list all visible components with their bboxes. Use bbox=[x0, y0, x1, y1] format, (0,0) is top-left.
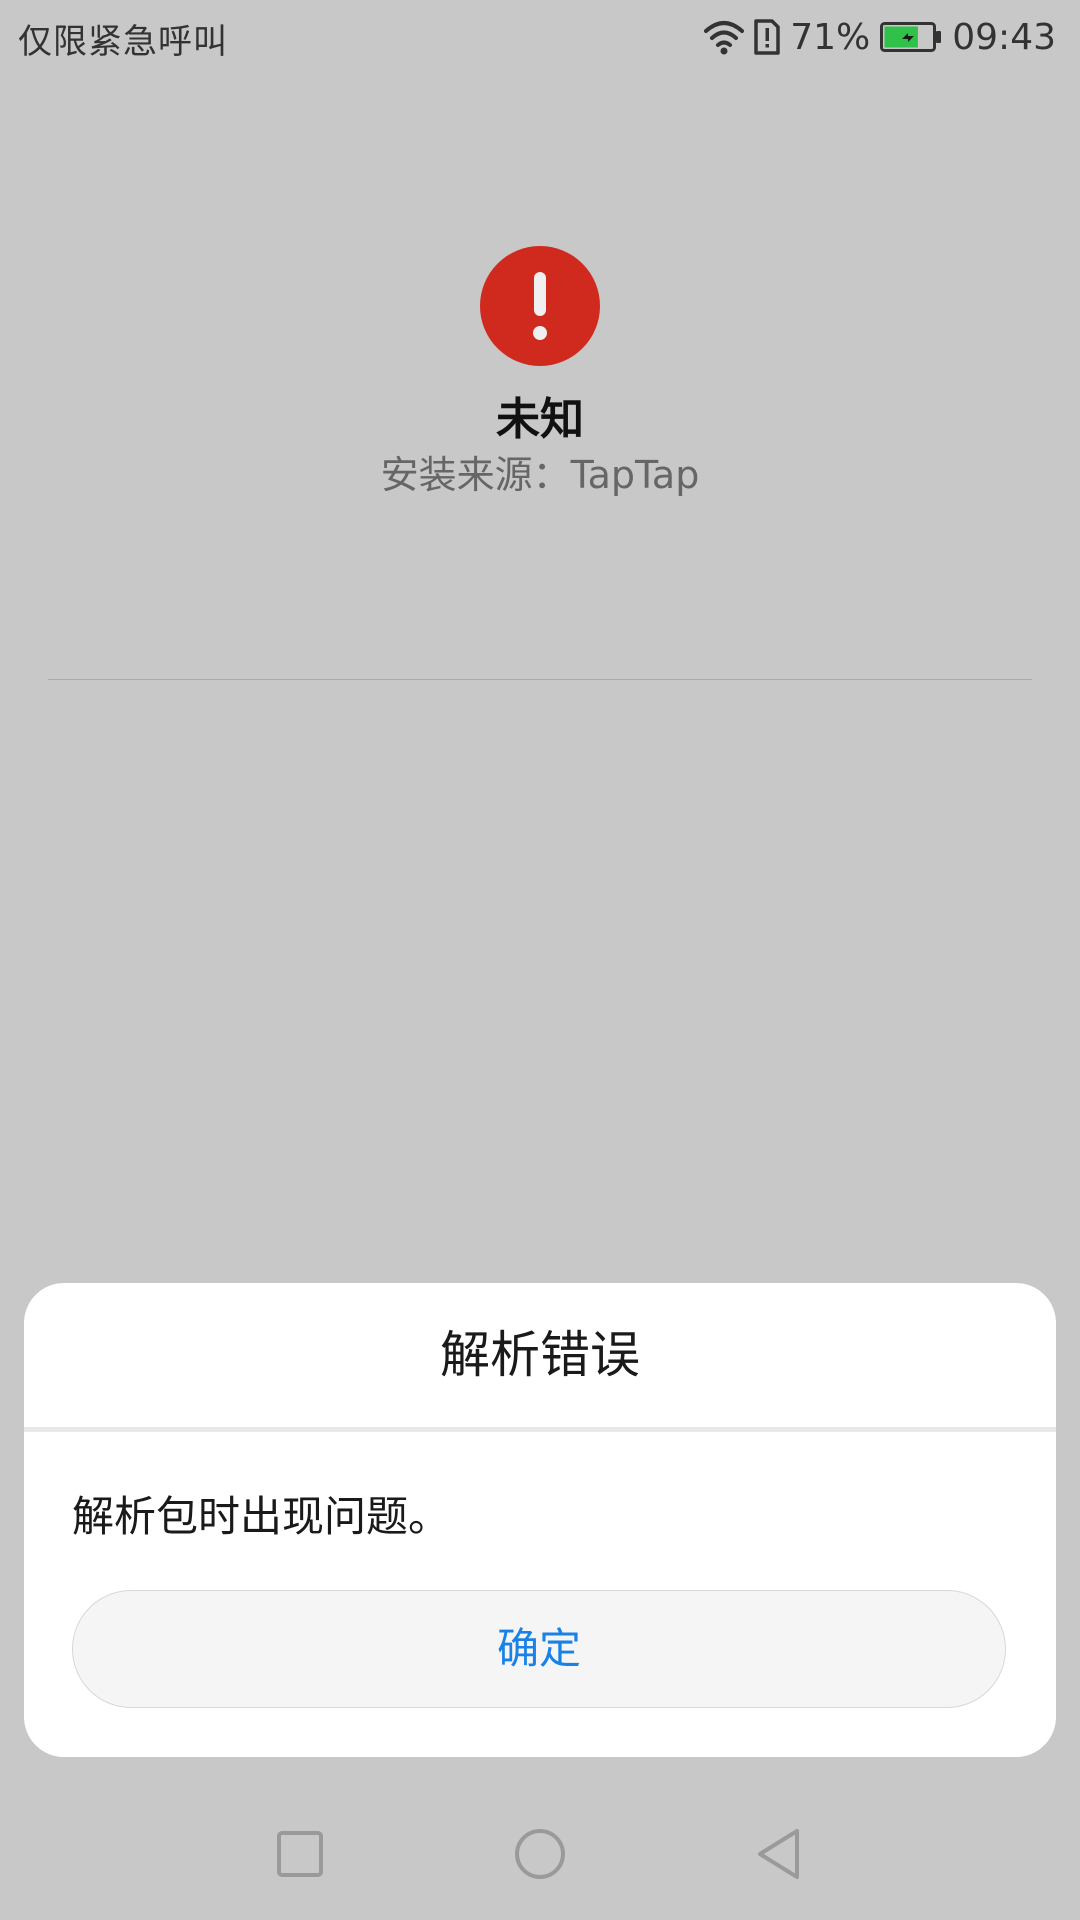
status-bar: 仅限紧急呼叫 71% 09:43 bbox=[0, 0, 1080, 74]
app-name: 未知 bbox=[496, 394, 584, 445]
battery-charging-icon bbox=[880, 22, 942, 52]
back-triangle-icon[interactable] bbox=[750, 1822, 814, 1886]
parse-error-dialog: 解析错误 解析包时出现问题。 确定 bbox=[24, 1283, 1056, 1757]
carrier-status-text: 仅限紧急呼叫 bbox=[18, 22, 228, 62]
confirm-button[interactable]: 确定 bbox=[72, 1590, 1006, 1708]
battery-percent: 71% bbox=[790, 16, 871, 58]
app-info: 未知 安装来源：TapTap bbox=[0, 246, 1080, 498]
dialog-title: 解析错误 bbox=[440, 1326, 640, 1384]
home-circle-icon[interactable] bbox=[508, 1822, 572, 1886]
install-source-label: 安装来源： bbox=[380, 453, 571, 497]
divider bbox=[48, 679, 1032, 680]
clock-time: 09:43 bbox=[952, 16, 1056, 58]
status-icons: 71% 09:43 bbox=[704, 12, 1056, 62]
install-source-value: TapTap bbox=[570, 453, 700, 497]
install-source: 安装来源：TapTap bbox=[0, 452, 1080, 498]
wifi-icon bbox=[704, 19, 745, 55]
dialog-message: 解析包时出现问题。 bbox=[72, 1492, 451, 1541]
navigation-bar bbox=[0, 1800, 1080, 1910]
recents-square-icon[interactable] bbox=[268, 1822, 332, 1886]
error-exclamation-icon bbox=[480, 246, 600, 366]
sim-alert-icon bbox=[754, 19, 780, 55]
dialog-separator bbox=[24, 1427, 1056, 1432]
